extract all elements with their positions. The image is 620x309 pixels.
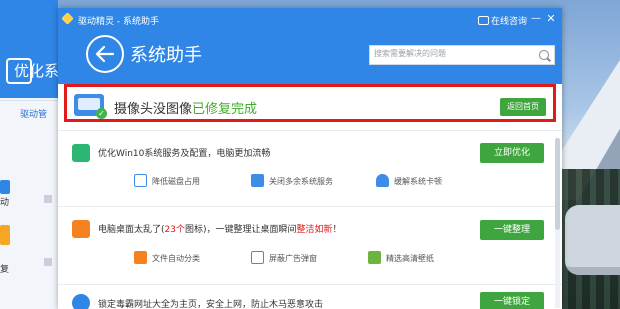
card-title: 电脑桌面太乱了(23个图标)，一键整理让桌面瞬间整洁如新！ [98, 222, 342, 235]
icon-count: 23个 [164, 225, 185, 235]
disk-icon [134, 174, 147, 187]
background-window-title: 优化系 [14, 62, 60, 80]
sub-item-label: 关闭多余系统服务 [269, 177, 333, 186]
close-button[interactable]: ✕ [545, 13, 557, 25]
driver-icon [0, 180, 10, 194]
one-click-tidy-button[interactable]: 一键整理 [480, 220, 544, 240]
optimize-icon [72, 144, 90, 162]
card-title: 优化Win10系统服务及配置，电脑更加流畅 [98, 149, 271, 159]
divider [0, 100, 58, 101]
card-title: 锁定毒霸网址大全为主页，安全上网，防止木马恶意攻击 [98, 300, 324, 309]
background-item-label: 动 [0, 198, 10, 208]
one-click-lock-button[interactable]: 一键锁定 [480, 292, 544, 309]
sub-item-label: 降低磁盘占用 [152, 177, 200, 186]
divider [58, 284, 562, 285]
sub-item-label: 精选高清壁纸 [386, 254, 434, 263]
sub-item-label: 屏蔽广告弹窗 [269, 254, 317, 263]
block-ad-icon [251, 251, 264, 264]
system-assistant-window: 驱动精灵 - 系统助手 在线咨询 — ✕ 系统助手 ✓ 摄像头没图像已修复完成 … [58, 8, 562, 309]
online-consult-label: 在线咨询 [491, 17, 528, 27]
chat-icon [478, 16, 489, 25]
repair-icon [0, 225, 10, 245]
divider [58, 206, 562, 207]
app-logo-icon [61, 12, 74, 25]
search-icon[interactable] [539, 50, 549, 60]
card-title-part: 电脑桌面太乱了( [98, 225, 165, 235]
online-consult-link[interactable]: 在线咨询 [478, 14, 527, 27]
rocket-icon [376, 174, 389, 187]
sub-item-services[interactable]: 关闭多余系统服务 [251, 174, 333, 187]
small-icon-2 [44, 258, 52, 266]
optimize-card: 优化Win10系统服务及配置，电脑更加流畅 立即优化 降低磁盘占用 关闭多余系统… [58, 138, 562, 202]
search-box[interactable] [369, 45, 555, 65]
browser-e-icon [72, 294, 90, 309]
wallpaper-icon [368, 251, 381, 264]
page-header: 系统助手 [58, 32, 562, 84]
card-title-part: 图标)，一键整理让桌面瞬间 [184, 225, 297, 235]
back-button[interactable] [86, 35, 124, 73]
desktop-tidy-card: 电脑桌面太乱了(23个图标)，一键整理让桌面瞬间整洁如新！ 一键整理 文件自动分… [58, 214, 562, 280]
highlight-frame [64, 84, 556, 122]
optimize-now-button[interactable]: 立即优化 [480, 143, 544, 163]
homepage-lock-card: 锁定毒霸网址大全为主页，安全上网，防止木马恶意攻击 一键锁定 [58, 288, 562, 309]
search-input[interactable] [374, 49, 524, 58]
car-shape [565, 205, 620, 275]
windows-icon [251, 174, 264, 187]
sub-item-label: 缓解系统卡顿 [394, 177, 442, 186]
card-title-highlight: 整洁如新 [296, 225, 333, 235]
folder-grid-icon [134, 251, 147, 264]
background-item-label-2: 复 [0, 265, 10, 275]
sub-item-label: 文件自动分类 [152, 254, 200, 263]
window-title: 驱动精灵 - 系统助手 [78, 17, 159, 27]
arrow-left-icon [95, 45, 115, 63]
page-title: 系统助手 [130, 45, 202, 66]
sub-item-block-ads[interactable]: 屏蔽广告弹窗 [251, 251, 317, 264]
minimize-button[interactable]: — [530, 13, 542, 25]
card-title-part: ！ [332, 225, 342, 235]
title-bar: 驱动精灵 - 系统助手 在线咨询 — ✕ [58, 8, 562, 32]
background-window: 优化系 驱动管 动 复 [0, 0, 60, 309]
divider [58, 130, 562, 131]
sub-item-wallpaper[interactable]: 精选高清壁纸 [368, 251, 434, 264]
sub-item-lag[interactable]: 缓解系统卡顿 [376, 174, 442, 187]
background-window-tab[interactable]: 驱动管 [20, 107, 47, 120]
desktop-grid-icon [72, 220, 90, 238]
scrollbar-thumb[interactable] [555, 138, 560, 230]
sub-item-classify[interactable]: 文件自动分类 [134, 251, 200, 264]
sub-item-disk[interactable]: 降低磁盘占用 [134, 174, 200, 187]
scrollbar[interactable] [555, 138, 560, 308]
small-icon [44, 195, 52, 203]
